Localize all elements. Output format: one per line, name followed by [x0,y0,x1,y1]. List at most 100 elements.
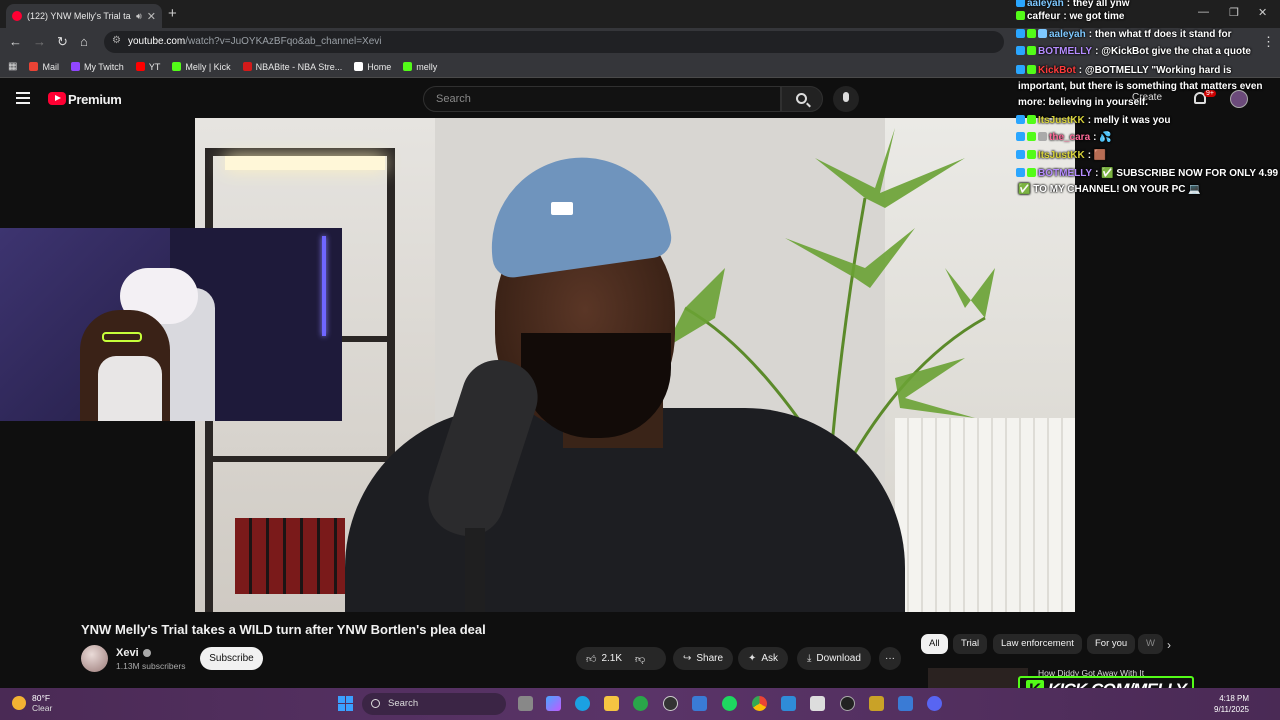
hamburger-menu-icon[interactable] [16,92,30,104]
ask-label: Ask [761,653,779,664]
store-icon[interactable] [692,696,707,711]
chrome-icon[interactable] [752,696,767,711]
voice-search-button[interactable] [833,86,859,112]
browser-tab[interactable]: (122) YNW Melly's Trial takes 🔊︎ ✕ [6,4,162,28]
bookmark-melly[interactable]: melly [403,62,437,72]
close-tab-icon[interactable]: ✕ [147,10,156,23]
bookmark-my-twitch[interactable]: My Twitch [70,62,124,72]
bookmark-home[interactable]: Home [354,62,391,72]
dislike-icon[interactable]: 👎︎ [635,653,645,665]
chat-text: important, but there is something that m… [1018,81,1263,92]
system-clock[interactable]: 4:18 PM 9/11/2025 [1214,693,1249,715]
recommendation-thumbnail[interactable] [928,668,1028,688]
youtube-brand[interactable]: Premium [68,92,122,107]
app-icon[interactable] [898,696,913,711]
twitch-icon [70,62,80,71]
share-button[interactable]: ↪ Share [673,647,734,670]
like-icon[interactable]: 👍︎ [586,653,596,665]
chip-trial[interactable]: Trial [953,634,988,654]
windows-start-icon[interactable] [338,696,353,711]
edge-icon[interactable] [575,696,590,711]
search-input[interactable]: Search [423,86,781,112]
copilot-icon[interactable] [546,696,561,711]
chat-username[interactable]: BOTMELLY [1038,168,1092,179]
subscribe-button[interactable]: Subscribe [200,647,263,670]
bookmark-melly-kick[interactable]: Melly | Kick [172,62,231,72]
led-strip [322,236,326,336]
weather-widget[interactable]: 80°F Clear [12,693,52,713]
chat-text: they all ynw [1072,0,1130,9]
more-actions-button[interactable]: ··· [879,647,901,670]
browser-menu-icon[interactable]: ⋮ [1262,34,1275,50]
chat-message: BOTMELLY: ✅ SUBSCRIBE NOW FOR ONLY 4.99 [1016,167,1278,180]
forward-icon[interactable]: → [33,34,46,49]
site-info-icon[interactable]: ⚙ [112,35,121,46]
app-icon[interactable] [869,696,884,711]
taskbar-search[interactable]: Search [362,693,506,715]
chat-message: ItsJustKK: 🟫 [1016,149,1106,162]
screen: (122) YNW Melly's Trial takes 🔊︎ ✕ + — ❐… [0,0,1280,720]
chat-username[interactable]: aaleyah [1027,0,1064,9]
chat-badge-icon [1027,168,1036,177]
discord-icon[interactable] [927,696,942,711]
minimize-icon[interactable]: — [1198,6,1209,18]
chat-message: KickBot: @BOTMELLY "Working hard is [1016,64,1231,77]
chat-badge-icon [1016,65,1025,74]
app-icon[interactable] [810,696,825,711]
media-player-icon[interactable] [840,696,855,711]
chat-badge-icon [1016,11,1025,20]
chat-username[interactable]: BOTMELLY [1038,46,1092,57]
download-icon: ⤓ [807,653,812,664]
maximize-icon[interactable]: ❐ [1229,6,1239,19]
streamer-tank-top [98,356,162,421]
chat-badge-icon [1038,29,1047,38]
download-button[interactable]: ⤓ Download [797,647,871,670]
apps-grid-icon[interactable]: ▦ [8,61,17,72]
chat-text: ✅ TO MY CHANNEL! ON YOUR PC 💻 [1018,184,1201,195]
address-bar[interactable]: ⚙ youtube.com/watch?v=JuOYKAzBFqo&ab_cha… [104,31,1004,53]
bookmark-label: melly [416,61,438,72]
close-window-icon[interactable]: ✕ [1258,6,1267,19]
chat-text: more: believing in yourself. [1018,97,1149,108]
chip-all[interactable]: All [921,634,948,654]
task-view-icon[interactable] [518,696,533,711]
kick-icon [403,62,413,71]
chat-username[interactable]: caffeur [1027,11,1060,22]
new-tab-button[interactable]: + [168,5,177,22]
chip-more[interactable]: W [1138,634,1163,654]
chip-law-enforcement[interactable]: Law enforcement [993,634,1082,654]
channel-avatar[interactable] [81,645,108,672]
chat-message: BOTMELLY: @KickBot give the chat a quote [1016,45,1251,58]
youtube-logo-icon[interactable] [48,92,66,105]
bookmark-label: NBABite - NBA Stre... [255,61,343,72]
bookmark-mail[interactable]: Mail [29,62,59,72]
like-count[interactable]: 2.1K [601,653,622,664]
file-explorer-icon[interactable] [604,696,619,711]
chat-username[interactable]: the_cara [1049,132,1090,143]
obs-icon[interactable] [663,696,678,711]
share-label: Share [696,653,724,664]
home-icon[interactable]: ⌂ [80,34,88,49]
chat-username[interactable]: ItsJustKK [1038,115,1085,126]
photos-icon[interactable] [781,696,796,711]
reload-icon[interactable]: ↻ [57,34,68,50]
search-button[interactable] [781,86,823,112]
chevron-right-icon[interactable]: › [1167,638,1171,652]
spotify-icon[interactable] [722,696,737,711]
speaker-icon[interactable]: 🔊︎ [136,11,142,22]
kick-icon [172,62,182,71]
back-icon[interactable]: ← [9,34,22,49]
books [235,518,345,594]
bookmark-yt[interactable]: YT [135,62,160,72]
chat-message: aaleyah: they all ynw [1016,0,1130,10]
chat-username[interactable]: aaleyah [1049,29,1086,40]
bookmark-nbabite[interactable]: NBABite - NBA Stre... [242,61,343,72]
clock-time: 4:18 PM [1219,694,1249,703]
ask-button[interactable]: ✦ Ask [738,647,789,670]
channel-name[interactable]: Xevi [116,647,151,659]
chat-username[interactable]: KickBot [1038,65,1076,76]
chat-username[interactable]: ItsJustKK [1038,150,1085,161]
chip-for-you[interactable]: For you [1087,634,1136,654]
xbox-icon[interactable] [633,696,648,711]
chat-badge-icon [1016,168,1025,177]
